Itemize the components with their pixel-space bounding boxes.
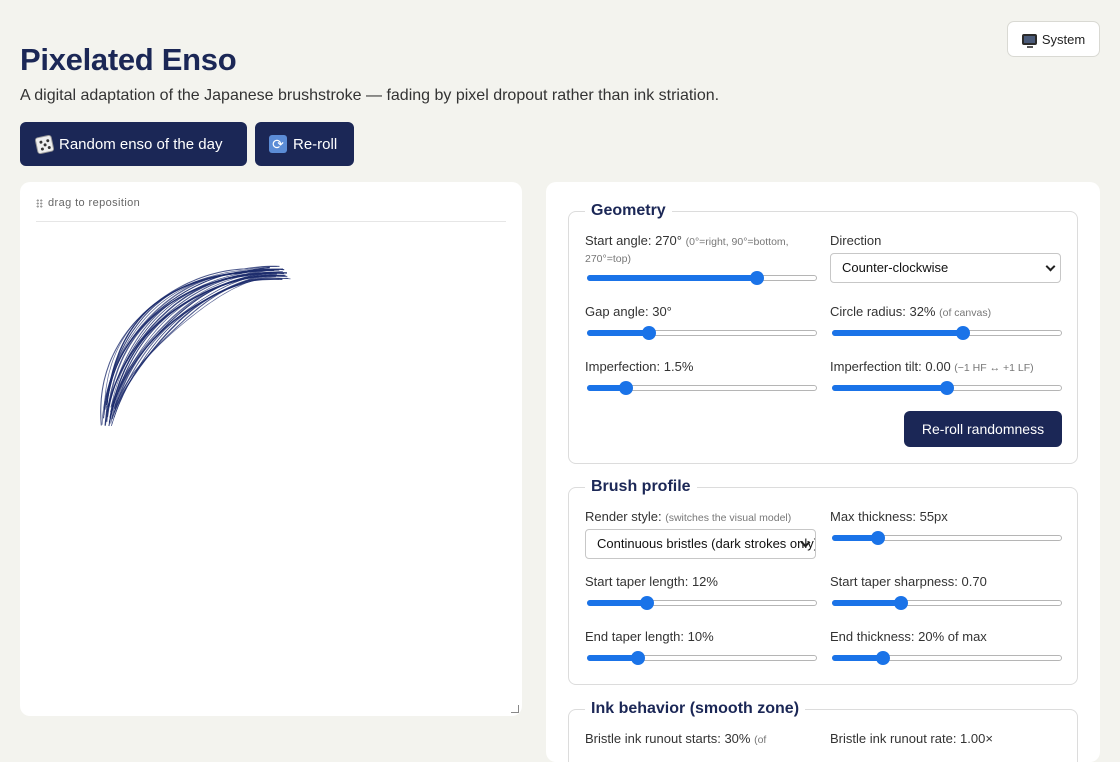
theme-label: System [1041, 31, 1086, 47]
direction-label: Direction [830, 233, 882, 248]
slider-fill [587, 275, 758, 281]
render-style-label: Render style: [585, 509, 662, 524]
max-thickness-field: Max thickness: 55px [830, 509, 1062, 545]
page-title: Pixelated Enso [20, 42, 237, 77]
grip-icon [36, 198, 43, 208]
end-thickness-field: End thickness: 20% of max [830, 629, 1062, 665]
slider-fill [832, 385, 947, 391]
start-angle-label: Start angle: 270° [585, 233, 682, 248]
start-taper-sharpness-slider[interactable] [832, 594, 1062, 612]
circle-radius-label: Circle radius: 32% [830, 304, 936, 319]
slider-thumb[interactable] [956, 326, 971, 340]
render-style-field: Render style: (switches the visual model… [585, 509, 817, 559]
reroll-randomness-button[interactable]: Re-roll randomness [904, 411, 1062, 447]
reroll-button[interactable]: ⟳ Re-roll [255, 122, 354, 166]
circle-radius-slider[interactable] [832, 324, 1062, 342]
imperfection-slider[interactable] [587, 379, 817, 397]
reroll-icon: ⟳ [269, 135, 287, 153]
ink-behavior-title: Ink behavior (smooth zone) [585, 700, 806, 718]
runout-starts-label: Bristle ink runout starts: 30% [585, 731, 751, 746]
circle-radius-field: Circle radius: 32% (of canvas) [830, 304, 1062, 340]
slider-thumb[interactable] [619, 381, 634, 395]
end-thickness-slider[interactable] [832, 649, 1062, 667]
slider-thumb[interactable] [940, 381, 954, 395]
enso-canvas[interactable] [20, 222, 522, 712]
slider-thumb[interactable] [630, 651, 645, 665]
canvas-panel: drag to reposition [20, 182, 522, 716]
direction-value: Counter-clockwise [842, 260, 949, 275]
dice-icon [34, 133, 55, 155]
bristle-stroke [104, 269, 275, 410]
slider-thumb[interactable] [642, 326, 657, 340]
brush-profile-group: Brush profile Render style: (switches th… [568, 478, 1078, 685]
ink-behavior-group: Ink behavior (smooth zone) Bristle ink r… [568, 700, 1078, 762]
start-angle-field: Start angle: 270° (0°=right, 90°=bottom,… [585, 233, 817, 285]
runout-rate-label: Bristle ink runout rate: 1.00× [830, 731, 993, 746]
direction-field: Direction Counter-clockwise [830, 233, 1062, 283]
end-taper-length-field: End taper length: 10% [585, 629, 817, 665]
render-style-hint: (switches the visual model) [665, 512, 792, 524]
slider-thumb[interactable] [871, 531, 885, 545]
imperfection-label: Imperfection: 1.5% [585, 359, 694, 374]
resize-grip-icon[interactable] [511, 705, 519, 713]
random-enso-button[interactable]: Random enso of the day [20, 122, 247, 166]
runout-starts-hint: (of [754, 734, 767, 746]
start-taper-sharpness-label: Start taper sharpness: 0.70 [830, 574, 987, 589]
direction-select[interactable]: Counter-clockwise [830, 253, 1061, 283]
gap-angle-slider[interactable] [587, 324, 817, 342]
slider-thumb[interactable] [639, 596, 654, 610]
slider-thumb[interactable] [875, 651, 890, 665]
start-taper-length-label: Start taper length: 12% [585, 574, 718, 589]
random-enso-label: Random enso of the day [59, 135, 223, 153]
circle-radius-hint: (of canvas) [939, 307, 992, 319]
bristle-stroke [105, 268, 272, 424]
end-taper-length-slider[interactable] [587, 649, 817, 667]
start-taper-length-slider[interactable] [587, 594, 817, 612]
bristle-stroke [111, 278, 289, 427]
gap-angle-label: Gap angle: 30° [585, 304, 672, 319]
max-thickness-label: Max thickness: 55px [830, 509, 948, 524]
render-style-value: Continuous bristles (dark strokes only) [597, 536, 816, 551]
geometry-title: Geometry [585, 202, 672, 220]
page-subtitle: A digital adaptation of the Japanese bru… [20, 87, 720, 104]
slider-thumb[interactable] [750, 271, 765, 285]
render-style-select[interactable]: Continuous bristles (dark strokes only) [585, 529, 816, 559]
runout-rate-field: Bristle ink runout rate: 1.00× [830, 731, 1062, 747]
imperfection-tilt-hint: (−1 HF ↔ +1 LF) [954, 362, 1034, 374]
start-taper-length-field: Start taper length: 12% [585, 574, 817, 610]
reroll-label: Re-roll [293, 135, 338, 153]
chevron-down-icon [1045, 261, 1056, 272]
geometry-group: Geometry Start angle: 270° (0°=right, 90… [568, 202, 1078, 464]
slider-fill [832, 330, 964, 336]
bristle-stroke [113, 277, 291, 418]
slider-fill [587, 600, 647, 606]
brush-profile-title: Brush profile [585, 478, 697, 496]
slider-thumb[interactable] [894, 596, 908, 610]
start-angle-slider[interactable] [587, 269, 817, 287]
imperfection-tilt-slider[interactable] [832, 379, 1062, 397]
bristle-stroke [104, 272, 285, 426]
end-thickness-label: End thickness: 20% of max [830, 629, 987, 644]
drag-handle[interactable]: drag to reposition [36, 197, 140, 209]
drag-label: drag to reposition [48, 197, 141, 209]
bristle-stroke [108, 271, 283, 407]
start-taper-sharpness-field: Start taper sharpness: 0.70 [830, 574, 1062, 610]
end-taper-length-label: End taper length: 10% [585, 629, 714, 644]
imperfection-tilt-label: Imperfection tilt: 0.00 [830, 359, 951, 374]
runout-starts-field: Bristle ink runout starts: 30% (of [585, 731, 817, 748]
controls-panel: Geometry Start angle: 270° (0°=right, 90… [546, 182, 1100, 762]
gap-angle-field: Gap angle: 30° [585, 304, 817, 340]
slider-fill [832, 600, 901, 606]
theme-toggle-button[interactable]: System [1007, 21, 1100, 57]
slider-fill [587, 330, 650, 336]
monitor-icon [1021, 33, 1037, 48]
imperfection-tilt-field: Imperfection tilt: 0.00 (−1 HF ↔ +1 LF) [830, 359, 1062, 395]
imperfection-field: Imperfection: 1.5% [585, 359, 817, 395]
max-thickness-slider[interactable] [832, 529, 1062, 547]
